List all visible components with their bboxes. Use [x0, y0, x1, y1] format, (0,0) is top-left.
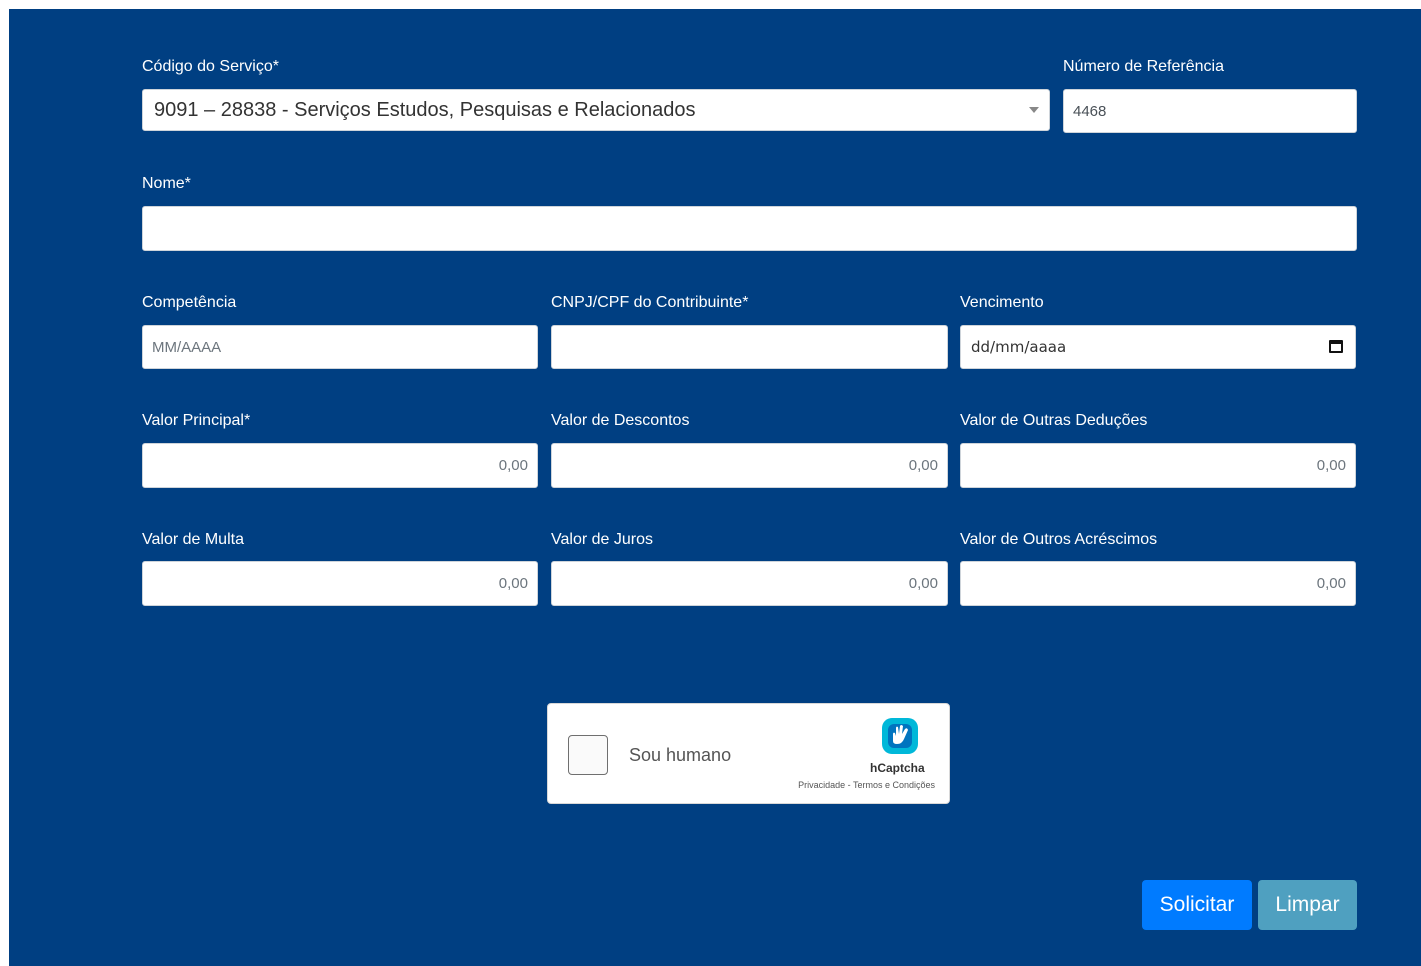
referencia-input[interactable]	[1063, 89, 1357, 133]
valor-outros-acrescimos-input[interactable]	[960, 561, 1356, 606]
referencia-label: Número de Referência	[1063, 58, 1224, 75]
vencimento-placeholder: dd/mm/aaaa	[971, 338, 1067, 356]
vencimento-date-input[interactable]: dd/mm/aaaa	[960, 325, 1356, 369]
valor-principal-input[interactable]	[142, 443, 538, 488]
privacy-link[interactable]: Privacidade	[798, 780, 845, 790]
links-separator: -	[845, 780, 853, 790]
solicitar-button[interactable]: Solicitar	[1142, 880, 1252, 930]
valor-juros-label: Valor de Juros	[551, 531, 653, 548]
vencimento-label: Vencimento	[960, 294, 1044, 311]
valor-outras-deducoes-label: Valor de Outras Deduções	[960, 412, 1148, 429]
valor-multa-label: Valor de Multa	[142, 531, 244, 548]
cnpj-input[interactable]	[551, 325, 948, 369]
nome-input[interactable]	[142, 206, 1357, 251]
servico-selected-value: 9091 – 28838 - Serviços Estudos, Pesquis…	[154, 98, 696, 121]
servico-label: Código do Serviço*	[142, 58, 279, 75]
terms-link[interactable]: Termos e Condições	[853, 780, 935, 790]
servico-select[interactable]: 9091 – 28838 - Serviços Estudos, Pesquis…	[142, 89, 1050, 131]
chevron-down-icon	[1029, 107, 1039, 113]
valor-descontos-label: Valor de Descontos	[551, 412, 690, 429]
competencia-input[interactable]	[142, 325, 538, 369]
captcha-links: Privacidade - Termos e Condições	[798, 780, 935, 790]
captcha-checkbox-label: Sou humano	[629, 745, 732, 765]
cnpj-label: CNPJ/CPF do Contribuinte*	[551, 294, 749, 311]
nome-label: Nome*	[142, 175, 191, 192]
hcaptcha-brand: hCaptcha	[870, 761, 925, 775]
valor-juros-input[interactable]	[551, 561, 948, 606]
valor-principal-label: Valor Principal*	[142, 412, 251, 429]
form-panel: Código do Serviço* 9091 – 28838 - Serviç…	[9, 9, 1421, 966]
valor-outros-acrescimos-label: Valor de Outros Acréscimos	[960, 531, 1158, 548]
limpar-button[interactable]: Limpar	[1258, 880, 1357, 930]
valor-multa-input[interactable]	[142, 561, 538, 606]
valor-descontos-input[interactable]	[551, 443, 948, 488]
calendar-icon[interactable]	[1329, 340, 1343, 353]
valor-outras-deducoes-input[interactable]	[960, 443, 1356, 488]
competencia-label: Competência	[142, 294, 237, 311]
hcaptcha-widget: Sou humano hCaptcha Privacidade - Termos…	[547, 703, 950, 804]
hcaptcha-hand-icon	[882, 718, 918, 754]
captcha-checkbox[interactable]	[568, 735, 608, 775]
